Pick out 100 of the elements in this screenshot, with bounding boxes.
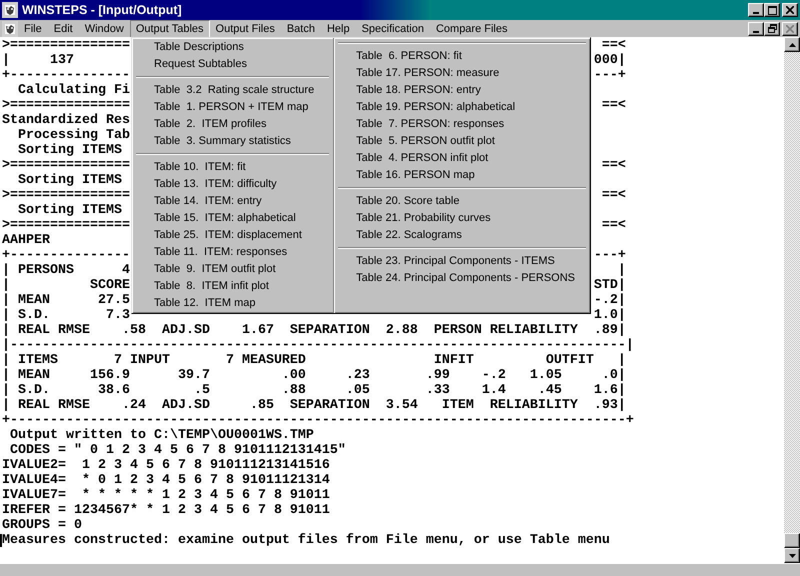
menu-option[interactable]: Table 17. PERSON: measure: [337, 65, 587, 82]
menu-option[interactable]: Table 21. Probability curves: [337, 210, 587, 227]
close-icon: [786, 6, 794, 14]
window-title: WINSTEPS - [Input/Output]: [22, 3, 183, 17]
console-line: ==<: [602, 188, 626, 203]
console-line: GROUPS = 0: [2, 518, 82, 533]
menu-option[interactable]: Table 4. PERSON infit plot: [337, 150, 587, 167]
menu-option[interactable]: Table 3.2 Rating scale structure: [135, 82, 330, 99]
menu-option[interactable]: Table 7. PERSON: responses: [337, 116, 587, 133]
console-line: -.2|: [594, 293, 626, 308]
menu-option[interactable]: Table 6. PERSON: fit: [337, 48, 587, 65]
console-line: | S.D. 7.3: [2, 308, 130, 323]
menu-option[interactable]: Table 3. Summary statistics: [135, 133, 330, 150]
console-line: IVALUE2= 1 2 3 4 5 6 7 8 910111213141516: [2, 458, 330, 473]
menu-option[interactable]: Table 13. ITEM: difficulty: [135, 176, 330, 193]
menu-option[interactable]: Table 25. ITEM: displacement: [135, 227, 330, 244]
console-line: | REAL RMSE .58 ADJ.SD 1.67 SEPARATION 2.88 PERSON RELIABILITY .89|: [2, 323, 626, 338]
menu-option[interactable]: Table 18. PERSON: entry: [337, 82, 587, 99]
app-icon[interactable]: [2, 20, 18, 36]
close-icon: [786, 24, 794, 32]
scroll-thumb[interactable]: [784, 533, 800, 548]
minimize-icon: [753, 12, 759, 14]
console-line: Processing Tab: [16, 128, 130, 143]
menu-option[interactable]: Table 16. PERSON map: [337, 167, 587, 184]
menu-item[interactable]: Edit: [48, 20, 79, 38]
console-line: +---------------: [2, 248, 130, 263]
console-line: +---------------: [2, 68, 130, 83]
menu-item[interactable]: Help: [320, 20, 356, 38]
down-arrow-icon: [788, 554, 796, 558]
menu-item[interactable]: Window: [78, 20, 130, 38]
menu-option[interactable]: Table Descriptions: [135, 39, 330, 56]
console-line: >===============: [2, 218, 130, 233]
console-line: | S.D. 38.6 .5 .88 .05 .33 1.4 .45 1.6|: [2, 383, 626, 398]
console-line: STD|: [594, 278, 626, 293]
console-line: CODES = " 0 1 2 3 4 5 6 7 8 9101112131415": [8, 443, 346, 458]
menu-option[interactable]: Table 14. ITEM: entry: [135, 193, 330, 210]
console-line: | 137: [2, 53, 74, 68]
minimize-icon: [753, 30, 759, 32]
console-line: | MEAN 156.9 39.7 .00 .23 .99 -.2 1.05 .0|: [2, 368, 626, 383]
menu-option[interactable]: Table 23. Principal Components - ITEMS: [337, 253, 587, 270]
close-button[interactable]: [782, 3, 798, 17]
console-line: Sorting ITEMS: [16, 143, 122, 158]
menu-option[interactable]: Table 20. Score table: [337, 193, 587, 210]
console-line: | SCORE: [2, 278, 130, 293]
restore-button[interactable]: [764, 22, 780, 36]
console-line: Sorting ITEMS: [16, 203, 122, 218]
console-line: AAHPER: [2, 233, 50, 248]
console-line: ==<: [602, 158, 626, 173]
maximize-icon: [768, 6, 776, 14]
up-arrow-icon: [788, 42, 796, 46]
app-icon[interactable]: [2, 2, 18, 18]
menu-option[interactable]: Table 22. Scalograms: [337, 227, 587, 244]
menu-option[interactable]: Table 1. PERSON + ITEM map: [135, 99, 330, 116]
menu-item[interactable]: Output Files: [210, 20, 281, 38]
menu-option[interactable]: Table 2. ITEM profiles: [135, 116, 330, 133]
console-line: >===============: [2, 38, 130, 53]
console-line: Output written to C:\TEMP\OU0001WS.TMP: [8, 428, 314, 443]
menu-option[interactable]: Table 24. Principal Components - PERSONS: [337, 270, 587, 287]
console-line: >===============: [2, 98, 130, 113]
maximize-button[interactable]: [764, 3, 780, 17]
menu-option[interactable]: Table 11. ITEM: responses: [135, 244, 330, 261]
console-line: >===============: [2, 158, 130, 173]
console-line: | PERSONS 4: [2, 263, 130, 278]
menu-item[interactable]: Batch: [280, 20, 321, 38]
console-line: IVALUE7= * * * * * 1 2 3 4 5 6 7 8 91011: [2, 488, 330, 503]
console-line: IREFER = 1234567* * 1 2 3 4 5 6 7 8 91011: [2, 503, 330, 518]
scroll-down-button[interactable]: [784, 548, 800, 563]
menu-option[interactable]: Table 10. ITEM: fit: [135, 159, 330, 176]
console-line: | ITEMS 7 INPUT 7 MEASURED INFIT OUTFIT |: [2, 353, 626, 368]
console-line: 000|: [594, 53, 626, 68]
menu-option[interactable]: Table 8. ITEM infit plot: [135, 278, 330, 295]
menu-option[interactable]: Table 5. PERSON outfit plot: [337, 133, 587, 150]
scroll-up-button[interactable]: [784, 37, 800, 52]
menu-option[interactable]: Request Subtables: [135, 56, 330, 73]
menu-option[interactable]: Table 12. ITEM map: [135, 295, 330, 312]
console-line: |-----------------------------------------------------------------------------|: [2, 338, 634, 353]
console-line: |: [618, 263, 626, 278]
restore-icon: [768, 24, 776, 33]
console-line: ==<: [602, 38, 626, 53]
menu-option[interactable]: Table 19. PERSON: alphabetical: [337, 99, 587, 116]
menu-item[interactable]: File: [18, 20, 48, 38]
menu-option[interactable]: Table 15. ITEM: alphabetical: [135, 210, 330, 227]
menu-item[interactable]: Compare Files: [430, 20, 514, 38]
console-line: | REAL RMSE .24 ADJ.SD .85 SEPARATION 3.54 ITEM RELIABILITY .93|: [2, 398, 626, 413]
console-line: Standardized Res: [2, 113, 130, 128]
console-line: IVALUE4= * 0 1 2 3 4 5 6 7 8 91011121314: [2, 473, 330, 488]
minimize-button[interactable]: [748, 3, 764, 17]
console-line: ==<: [602, 98, 626, 113]
console-line: ---+: [594, 68, 626, 83]
console-line: +-----------------------------------------------------------------------------+: [2, 413, 634, 428]
menu-item[interactable]: Specification: [356, 20, 430, 38]
console-line: ---+: [594, 248, 626, 263]
console-line: Sorting ITEMS: [16, 173, 122, 188]
menu-option[interactable]: Table 9. ITEM outfit plot: [135, 261, 330, 278]
console-line: | MEAN 27.5: [2, 293, 130, 308]
console-line: ==<: [602, 218, 626, 233]
console-line: >===============: [2, 188, 130, 203]
console-line: Measures constructed: examine output files from File menu, or use Table menu: [2, 533, 610, 548]
vertical-scrollbar[interactable]: [784, 37, 800, 563]
minimize-button[interactable]: [748, 22, 764, 36]
